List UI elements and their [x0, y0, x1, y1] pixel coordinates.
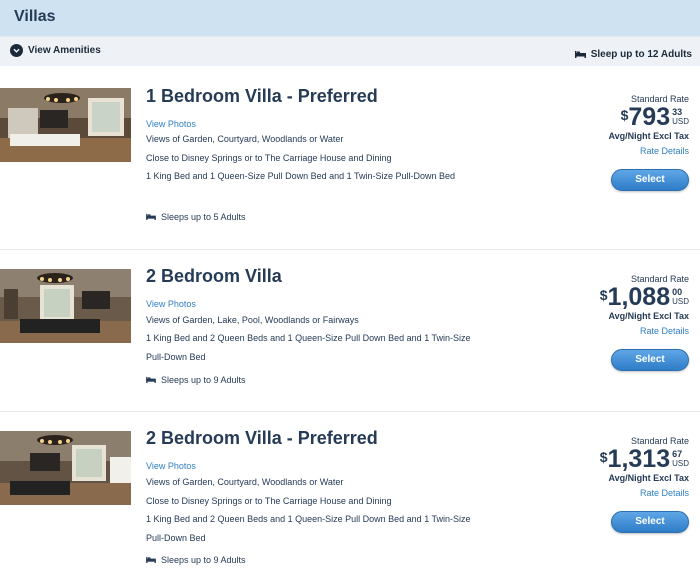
price-currency: USD	[672, 459, 689, 468]
price-currency: USD	[672, 117, 689, 126]
dollar-sign: $	[599, 287, 608, 303]
room-views: Views of Garden, Courtyard, Woodlands or…	[146, 134, 344, 144]
room-location: Close to Disney Springs or to The Carria…	[146, 496, 392, 506]
price-whole: 1,313	[607, 445, 671, 473]
price-cents: 00	[672, 287, 683, 297]
price: $ 1,313 67 USD	[549, 446, 689, 472]
price-cents: 33	[672, 107, 683, 117]
room-title: 2 Bedroom Villa - Preferred	[146, 428, 378, 448]
bed-icon	[146, 555, 156, 565]
room-sleeps-label: Sleeps up to 5 Adults	[161, 212, 246, 222]
price-currency: USD	[672, 297, 689, 306]
bed-icon	[146, 375, 156, 385]
room-location: Close to Disney Springs or to The Carria…	[146, 153, 392, 163]
price: $ 1,088 00 USD	[549, 284, 689, 310]
price-cents: 67	[672, 449, 683, 459]
bed-icon	[574, 45, 586, 63]
price-whole: 793	[628, 103, 671, 131]
sleep-summary: Sleep up to 12 Adults	[574, 45, 692, 63]
price: $ 793 33 USD	[549, 104, 689, 130]
bed-icon	[146, 212, 156, 222]
room-card: 2 Bedroom Villa View Photos Views of Gar…	[0, 250, 700, 412]
price-note: Avg/Night Excl Tax	[608, 311, 689, 321]
price-note: Avg/Night Excl Tax	[608, 473, 689, 483]
room-photo[interactable]	[0, 88, 131, 162]
view-photos-link[interactable]: View Photos	[146, 119, 196, 129]
room-views: Views of Garden, Courtyard, Woodlands or…	[146, 477, 344, 487]
dollar-sign: $	[620, 107, 629, 123]
room-title: 1 Bedroom Villa - Preferred	[146, 86, 378, 106]
room-sleeps-label: Sleeps up to 9 Adults	[161, 375, 246, 385]
view-photos-link[interactable]: View Photos	[146, 299, 196, 309]
room-sleeps: Sleeps up to 5 Adults	[146, 212, 246, 222]
rate-details-link[interactable]: Rate Details	[549, 326, 689, 336]
rate-details-link[interactable]: Rate Details	[549, 488, 689, 498]
amenities-bar: View Amenities Sleep up to 12 Adults	[0, 36, 700, 66]
section-header: Villas	[0, 0, 700, 36]
room-sleeps: Sleeps up to 9 Adults	[146, 555, 246, 565]
rate-details-link[interactable]: Rate Details	[549, 146, 689, 156]
select-button[interactable]: Select	[611, 169, 689, 191]
room-views: Views of Garden, Lake, Pool, Woodlands o…	[146, 315, 359, 325]
view-amenities-toggle[interactable]: View Amenities	[10, 44, 101, 57]
view-photos-link[interactable]: View Photos	[146, 461, 196, 471]
room-photo[interactable]	[0, 269, 131, 343]
price-block: Standard Rate $ 1,088 00 USD Avg/Night E…	[549, 274, 689, 371]
price-block: Standard Rate $ 793 33 USD Avg/Night Exc…	[549, 94, 689, 191]
dollar-sign: $	[599, 449, 608, 465]
select-button[interactable]: Select	[611, 349, 689, 371]
sleep-summary-label: Sleep up to 12 Adults	[590, 48, 692, 60]
room-photo[interactable]	[0, 431, 131, 505]
room-title: 2 Bedroom Villa	[146, 266, 282, 286]
price-whole: 1,088	[607, 283, 671, 311]
room-sleeps-label: Sleeps up to 9 Adults	[161, 555, 246, 565]
view-amenities-label: View Amenities	[28, 45, 101, 56]
room-beds: 1 King Bed and 2 Queen Beds and 1 Queen-…	[146, 333, 471, 362]
select-button[interactable]: Select	[611, 511, 689, 533]
room-sleeps: Sleeps up to 9 Adults	[146, 375, 246, 385]
price-block: Standard Rate $ 1,313 67 USD Avg/Night E…	[549, 436, 689, 533]
chevron-down-icon	[10, 44, 23, 57]
room-beds: 1 King Bed and 2 Queen Beds and 1 Queen-…	[146, 514, 471, 543]
room-card: 1 Bedroom Villa - Preferred View Photos …	[0, 66, 700, 249]
room-card: 2 Bedroom Villa - Preferred View Photos …	[0, 412, 700, 572]
section-title: Villas	[14, 8, 56, 25]
room-beds: 1 King Bed and 1 Queen-Size Pull Down Be…	[146, 171, 456, 181]
price-note: Avg/Night Excl Tax	[608, 131, 689, 141]
